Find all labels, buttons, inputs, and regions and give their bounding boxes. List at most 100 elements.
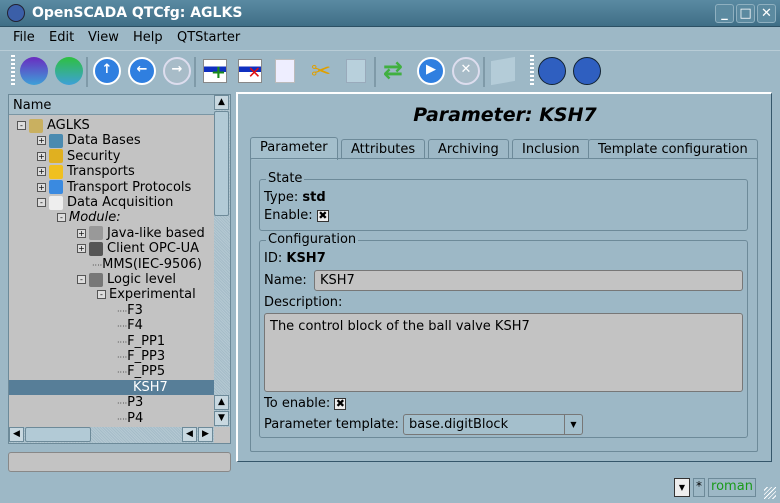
tree-item-label: KSH7	[133, 379, 168, 395]
minimize-button[interactable]: _	[715, 4, 734, 23]
expand-icon[interactable]: +	[37, 182, 46, 192]
status-user[interactable]: roman	[708, 478, 756, 497]
tree-item[interactable]: + Java-like based	[77, 226, 205, 242]
tree-connector: ····	[117, 353, 128, 362]
tree-item[interactable]: ····F4	[117, 318, 143, 334]
description-label: Description:	[264, 295, 343, 310]
tab-attributes[interactable]: Attributes	[341, 139, 426, 159]
tree-node-icon	[89, 272, 103, 287]
tree-item[interactable]: + Transport Protocols	[37, 180, 191, 196]
menu-help[interactable]: Help	[133, 30, 163, 45]
toolbar: ↑ ← → + ✕ ✂ ⇄ ▶ ✕	[0, 50, 780, 90]
tree-item[interactable]: + Client OPC-UA	[77, 241, 199, 257]
resize-grip[interactable]	[764, 487, 776, 499]
toolbar-grip[interactable]	[11, 55, 15, 87]
id-label: ID:	[264, 251, 283, 266]
tab-archiving[interactable]: Archiving	[428, 139, 509, 159]
menu-edit[interactable]: Edit	[49, 30, 74, 45]
tree-item[interactable]: + Data Bases	[37, 133, 141, 149]
tree-item[interactable]: - Logic level	[77, 272, 176, 288]
tab-parameter[interactable]: Parameter	[250, 137, 338, 160]
scroll-down-button[interactable]: ▼	[214, 411, 229, 426]
name-input[interactable]: KSH7	[314, 270, 743, 291]
tree-item[interactable]: ····F3	[117, 303, 143, 319]
qtcfg-icon[interactable]	[538, 57, 566, 85]
tree-item[interactable]: ····F_PP3	[117, 349, 165, 365]
tree-item[interactable]: - Experimental	[97, 287, 196, 303]
title-bar: OpenSCADA QTCfg: AGLKS _ □ ✕	[0, 0, 780, 27]
collapse-icon[interactable]: -	[77, 275, 86, 284]
tree-item[interactable]: - Data Acquisition	[37, 195, 173, 211]
tree-item[interactable]: KSH7	[9, 379, 214, 396]
collapse-icon[interactable]: -	[37, 198, 46, 207]
expand-icon[interactable]: +	[37, 136, 46, 146]
tree-item-label: Data Acquisition	[67, 195, 174, 210]
to-enable-label: To enable:	[264, 396, 331, 411]
tree-item[interactable]: ····P4	[117, 411, 143, 427]
tab-template-configuration[interactable]: Template configuration	[588, 139, 758, 159]
info-icon[interactable]	[491, 56, 515, 86]
navigation-tree[interactable]: Name - AGLKS + Data Bases + Security + Transpor…	[8, 94, 231, 444]
tree-item[interactable]: ····F_PP1	[117, 334, 165, 350]
scroll-up-button[interactable]: ▲	[214, 95, 229, 110]
collapse-icon[interactable]: -	[97, 290, 106, 300]
id-row: ID: KSH7	[264, 251, 326, 266]
expand-icon[interactable]: +	[77, 244, 86, 254]
toolbar-grip[interactable]	[530, 55, 534, 87]
close-button[interactable]: ✕	[757, 4, 776, 23]
tree-header-name[interactable]: Name	[9, 95, 214, 115]
tree-item-label: Security	[67, 148, 121, 164]
tree-item[interactable]: ····MMS(IEC-9506)	[92, 257, 202, 273]
horizontal-scrollbar[interactable]: ◀ ◀ ▶	[9, 427, 214, 443]
expand-icon[interactable]: +	[37, 151, 46, 161]
maximize-button[interactable]: □	[736, 4, 755, 23]
menu-view[interactable]: View	[88, 30, 119, 45]
chevron-down-icon[interactable]: ▼	[564, 415, 582, 434]
tree-item[interactable]: - AGLKS	[17, 118, 90, 134]
cut-icon[interactable]: ✂	[311, 57, 331, 85]
scroll-right-button[interactable]: ▶	[198, 427, 213, 442]
tree-item[interactable]: - Module:	[57, 210, 121, 226]
enable-row: Enable: ✖	[264, 208, 329, 223]
tree-item[interactable]: + Transports	[37, 164, 135, 180]
scroll-left-button[interactable]: ◀	[182, 427, 197, 442]
tree-item[interactable]: ····F_PP5	[117, 364, 165, 380]
add-item-icon[interactable]: +	[203, 59, 227, 83]
stop-icon[interactable]: ✕	[452, 57, 480, 85]
vertical-scroll-thumb[interactable]	[214, 111, 229, 216]
parameter-template-label: Parameter template:	[264, 417, 399, 432]
enable-checkbox[interactable]: ✖	[316, 209, 329, 222]
to-enable-checkbox[interactable]: ✖	[334, 397, 347, 410]
up-icon[interactable]: ↑	[93, 57, 121, 85]
status-dropdown-button[interactable]: ▼	[674, 478, 690, 497]
db-save-icon[interactable]	[55, 57, 83, 85]
scroll-up-button[interactable]: ▲	[214, 395, 229, 410]
horizontal-scroll-thumb[interactable]	[25, 427, 91, 442]
forward-icon[interactable]: →	[163, 57, 191, 85]
collapse-icon[interactable]: -	[17, 121, 26, 130]
expand-icon[interactable]: +	[37, 167, 46, 177]
scroll-left-button[interactable]: ◀	[9, 427, 24, 442]
menu-qtstarter[interactable]: QTStarter	[177, 30, 240, 45]
collapse-icon[interactable]: -	[57, 213, 66, 223]
tab-inclusion[interactable]: Inclusion	[512, 139, 590, 159]
back-icon[interactable]: ←	[128, 57, 156, 85]
tree-item[interactable]: ····P3	[117, 395, 143, 411]
paste-icon[interactable]	[346, 59, 366, 83]
copy-icon[interactable]	[275, 59, 295, 83]
group-state: State Type: std Enable: ✖	[259, 171, 748, 231]
tree-node-icon	[49, 180, 63, 195]
refresh-icon[interactable]: ⇄	[383, 56, 403, 84]
tree-node-icon	[49, 195, 63, 210]
delete-item-icon[interactable]: ✕	[238, 59, 262, 83]
visual-editor-icon[interactable]	[573, 57, 601, 85]
expand-icon[interactable]: +	[77, 228, 86, 238]
parameter-template-select[interactable]: base.digitBlock ▼	[403, 414, 583, 435]
vertical-scrollbar[interactable]: ▲ ▲ ▼	[214, 95, 230, 427]
db-load-icon[interactable]	[20, 57, 48, 85]
start-icon[interactable]: ▶	[417, 57, 445, 85]
tree-item[interactable]: + Security	[37, 149, 120, 165]
tree-connector: ····	[117, 322, 128, 332]
menu-file[interactable]: File	[13, 30, 35, 45]
description-textarea[interactable]: The control block of the ball valve KSH7	[264, 313, 743, 392]
